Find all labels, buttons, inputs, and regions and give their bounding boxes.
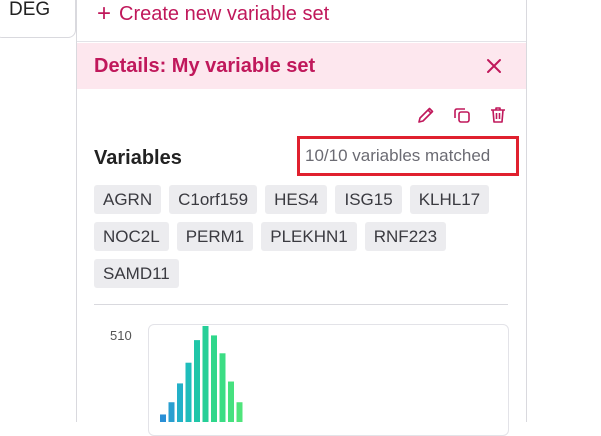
variables-heading: Variables — [94, 147, 182, 169]
highlight-annotation — [297, 136, 519, 176]
close-icon[interactable] — [484, 56, 504, 76]
histogram-bar — [219, 353, 226, 422]
histogram-bar — [202, 326, 209, 422]
copy-icon[interactable] — [452, 105, 472, 125]
variable-chip: ISG15 — [335, 185, 402, 214]
variable-chip: PERM1 — [176, 222, 254, 251]
histogram-bar — [160, 414, 166, 422]
histogram-bar — [236, 402, 243, 422]
variable-chip: AGRN — [94, 185, 162, 214]
variable-chip: HES4 — [265, 185, 328, 214]
divider — [77, 41, 526, 42]
details-header: Details: My variable set — [77, 43, 526, 89]
create-variable-set-label: Create new variable set — [119, 2, 330, 25]
details-title: Details: My variable set — [94, 54, 316, 77]
variable-chip-list: AGRN C1orf159 HES4 ISG15 KLHL17 NOC2L PE… — [94, 185, 494, 288]
histogram-chart — [160, 326, 243, 422]
histogram-bar — [211, 335, 217, 422]
histogram-bar — [194, 340, 200, 422]
variable-chip: SAMD11 — [94, 259, 179, 288]
variable-set-panel: + Create new variable set Details: My va… — [76, 0, 527, 436]
create-variable-set-button[interactable]: + Create new variable set — [97, 0, 329, 28]
variable-chip: PLEKHN1 — [261, 222, 357, 251]
divider — [94, 304, 508, 305]
variable-chip: C1orf159 — [169, 185, 258, 214]
variable-set-actions — [416, 105, 508, 125]
variable-chip: RNF223 — [364, 222, 447, 251]
histogram-bar — [228, 381, 234, 422]
pencil-icon[interactable] — [416, 105, 436, 125]
variable-chip: NOC2L — [94, 222, 169, 251]
histogram-bar — [177, 383, 183, 422]
tab-deg[interactable]: DEG — [0, 0, 76, 38]
tab-deg-label: DEG — [9, 0, 51, 20]
variable-chip: KLHL17 — [409, 185, 490, 214]
histogram-bar — [185, 362, 192, 422]
trash-icon[interactable] — [488, 105, 508, 125]
plus-icon: + — [97, 0, 112, 27]
histogram-bar — [168, 402, 175, 422]
y-tick-label: 510 — [110, 328, 132, 343]
